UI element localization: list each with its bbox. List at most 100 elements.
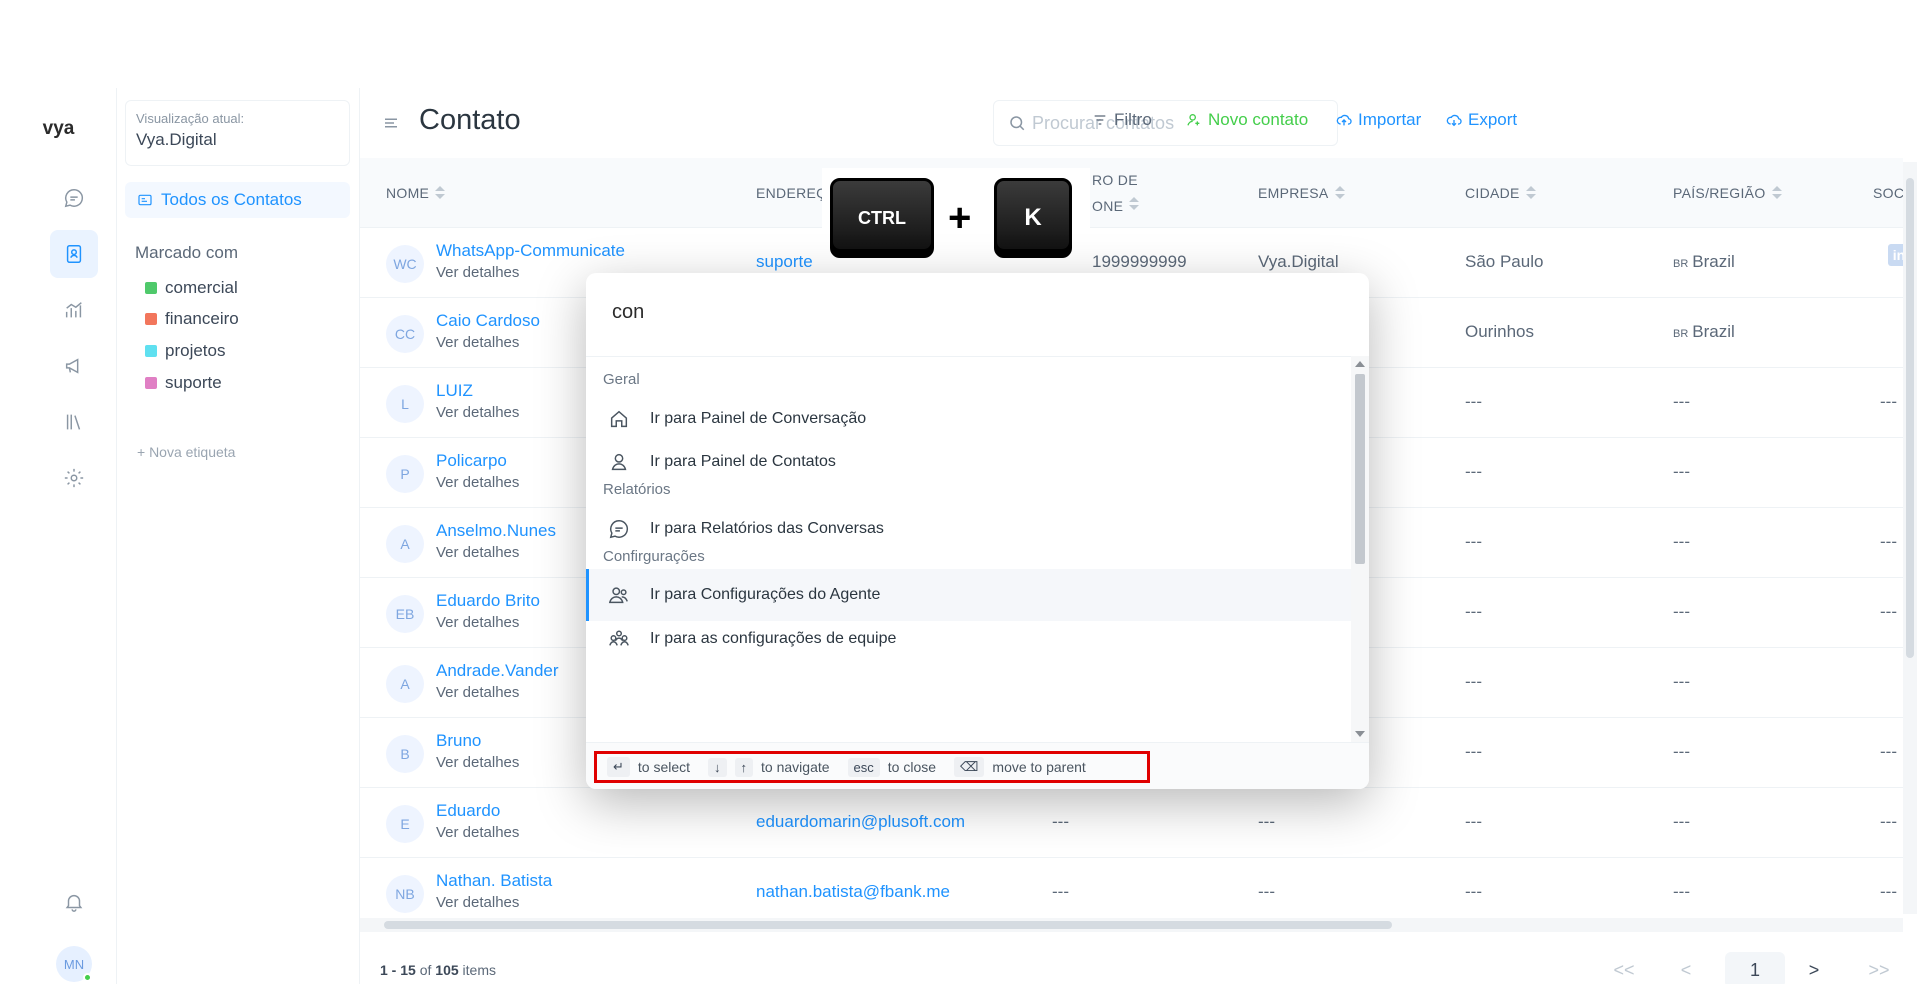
contact-email[interactable]: nathan.batista@fbank.me bbox=[756, 882, 950, 902]
command-list-scrollbar[interactable] bbox=[1351, 356, 1369, 742]
view-details-link[interactable]: Ver detalhes bbox=[436, 264, 519, 281]
table-row[interactable]: E Eduardo Ver detalhes eduardomarin@plus… bbox=[360, 788, 1903, 858]
column-company[interactable]: EMPRESA bbox=[1258, 158, 1345, 228]
settings-nav[interactable] bbox=[50, 454, 98, 502]
last-page-button[interactable]: >> bbox=[1860, 952, 1898, 984]
first-page-button[interactable]: << bbox=[1605, 952, 1643, 984]
notifications-nav[interactable] bbox=[50, 878, 98, 926]
command-label: Ir para Painel de Contatos bbox=[650, 453, 836, 470]
contact-name-link[interactable]: LUIZ bbox=[436, 381, 473, 401]
column-social[interactable]: SOC bbox=[1873, 158, 1903, 228]
label-comercial[interactable]: comercial bbox=[145, 278, 238, 298]
megaphone-icon bbox=[65, 358, 79, 374]
contact-social: --- bbox=[1880, 532, 1897, 551]
linkedin-icon[interactable]: in bbox=[1888, 244, 1903, 266]
contact-name-link[interactable]: Caio Cardoso bbox=[436, 311, 540, 331]
contact-email[interactable]: eduardomarin@plusoft.com bbox=[756, 812, 965, 832]
table-row[interactable]: NB Nathan. Batista Ver detalhes nathan.b… bbox=[360, 858, 1903, 918]
contact-name-link[interactable]: Nathan. Batista bbox=[436, 871, 552, 891]
prev-page-button[interactable]: < bbox=[1667, 952, 1705, 984]
library-icon bbox=[66, 414, 81, 430]
new-contact-button[interactable]: Novo contato bbox=[1186, 110, 1308, 130]
campaigns-nav[interactable] bbox=[50, 342, 98, 390]
command-palette-input[interactable] bbox=[612, 301, 1312, 324]
column-phone[interactable]: RO DE ONE bbox=[1092, 158, 1140, 228]
view-details-link[interactable]: Ver detalhes bbox=[436, 824, 519, 841]
contact-avatar: E bbox=[386, 805, 424, 843]
page-header: Contato Filtro Novo contato Importar Exp… bbox=[360, 88, 1919, 158]
export-button[interactable]: Export bbox=[1446, 110, 1517, 130]
user-avatar[interactable]: MN bbox=[56, 946, 92, 982]
secondary-sidebar: Visualização atual: Vya.Digital Todos os… bbox=[117, 88, 360, 984]
contact-name-link[interactable]: Eduardo Brito bbox=[436, 591, 540, 611]
current-view[interactable]: Visualização atual: Vya.Digital bbox=[125, 100, 350, 166]
command-list-scroll-thumb[interactable] bbox=[1355, 374, 1365, 564]
vertical-scrollbar[interactable] bbox=[1903, 162, 1917, 914]
column-city[interactable]: CIDADE bbox=[1465, 158, 1536, 228]
contact-email[interactable]: suporte bbox=[756, 252, 813, 272]
view-details-link[interactable]: Ver detalhes bbox=[436, 404, 519, 421]
horizontal-scroll-thumb[interactable] bbox=[384, 921, 1392, 929]
new-contact-label: Novo contato bbox=[1208, 110, 1309, 129]
command-palette-footer: ↵ to select ↓ ↑ to navigate esc to close… bbox=[586, 742, 1369, 789]
column-country[interactable]: PAÍS/REGIÃO bbox=[1673, 158, 1782, 228]
column-email[interactable]: ENDEREÇ bbox=[756, 158, 827, 228]
label-suporte[interactable]: suporte bbox=[145, 373, 222, 393]
hint-parent: move to parent bbox=[992, 759, 1086, 775]
current-view-value: Vya.Digital bbox=[136, 130, 217, 149]
current-page[interactable]: 1 bbox=[1725, 952, 1785, 984]
label-color-dot bbox=[145, 345, 157, 357]
command-item[interactable]: Ir para Painel de Contatos bbox=[586, 436, 1351, 488]
new-label-button[interactable]: + Nova etiqueta bbox=[137, 444, 235, 460]
scroll-up-arrow-icon[interactable] bbox=[1355, 361, 1365, 367]
filter-button[interactable]: Filtro bbox=[1092, 110, 1152, 130]
chat-bubble-icon bbox=[64, 189, 84, 208]
section-title-settings: Confirgurações bbox=[603, 548, 705, 565]
cloud-download-icon bbox=[1446, 114, 1462, 127]
contact-name-link[interactable]: Bruno bbox=[436, 731, 481, 751]
sort-icon bbox=[1771, 186, 1782, 200]
next-page-button[interactable]: > bbox=[1795, 952, 1833, 984]
hint-navigate: to navigate bbox=[761, 759, 830, 775]
import-button[interactable]: Importar bbox=[1336, 110, 1421, 130]
horizontal-scrollbar[interactable] bbox=[360, 918, 1903, 932]
column-country-label: PAÍS/REGIÃO bbox=[1673, 185, 1766, 201]
contact-name-link[interactable]: Policarpo bbox=[436, 451, 507, 471]
scroll-down-arrow-icon[interactable] bbox=[1355, 731, 1365, 737]
contact-city: --- bbox=[1465, 742, 1482, 761]
view-details-link[interactable]: Ver detalhes bbox=[436, 684, 519, 701]
view-details-link[interactable]: Ver detalhes bbox=[436, 894, 519, 911]
contact-social: --- bbox=[1880, 602, 1897, 621]
conversations-nav[interactable] bbox=[50, 174, 98, 222]
column-name-label: NOME bbox=[386, 185, 430, 201]
contact-name-link[interactable]: Anselmo.Nunes bbox=[436, 521, 556, 541]
view-details-link[interactable]: Ver detalhes bbox=[436, 754, 519, 771]
command-label: Ir para as configurações de equipe bbox=[650, 630, 897, 647]
label-projetos[interactable]: projetos bbox=[145, 341, 225, 361]
view-details-link[interactable]: Ver detalhes bbox=[436, 614, 519, 631]
contact-name-link[interactable]: WhatsApp-Communicate bbox=[436, 241, 625, 261]
contacts-nav[interactable] bbox=[50, 230, 98, 278]
contact-city: --- bbox=[1465, 532, 1482, 551]
all-contacts-link[interactable]: Todos os Contatos bbox=[125, 182, 350, 218]
contact-avatar: A bbox=[386, 665, 424, 703]
shortcut-illustration: CTRL + K bbox=[822, 168, 1090, 272]
column-name[interactable]: NOME bbox=[386, 158, 446, 228]
library-nav[interactable] bbox=[50, 398, 98, 446]
command-list: Geral Ir para Painel de Conversação Ir p… bbox=[586, 356, 1351, 742]
view-details-link[interactable]: Ver detalhes bbox=[436, 544, 519, 561]
gear-icon bbox=[64, 468, 84, 488]
command-item[interactable]: Ir para as configurações de equipe bbox=[586, 613, 1351, 665]
chart-icon bbox=[65, 302, 82, 318]
view-details-link[interactable]: Ver detalhes bbox=[436, 334, 519, 351]
view-details-link[interactable]: Ver detalhes bbox=[436, 474, 519, 491]
home-icon bbox=[610, 410, 628, 428]
label-financeiro[interactable]: financeiro bbox=[145, 309, 239, 329]
contact-name-link[interactable]: Eduardo bbox=[436, 801, 500, 821]
reports-nav[interactable] bbox=[50, 286, 98, 334]
sort-icon bbox=[1334, 186, 1345, 200]
vertical-scroll-thumb[interactable] bbox=[1906, 178, 1914, 658]
contact-name-link[interactable]: Andrade.Vander bbox=[436, 661, 559, 681]
app-root: vya MN Visualização atual: Vya.Digital T… bbox=[0, 0, 1919, 984]
hamburger-menu-icon[interactable] bbox=[382, 114, 400, 132]
